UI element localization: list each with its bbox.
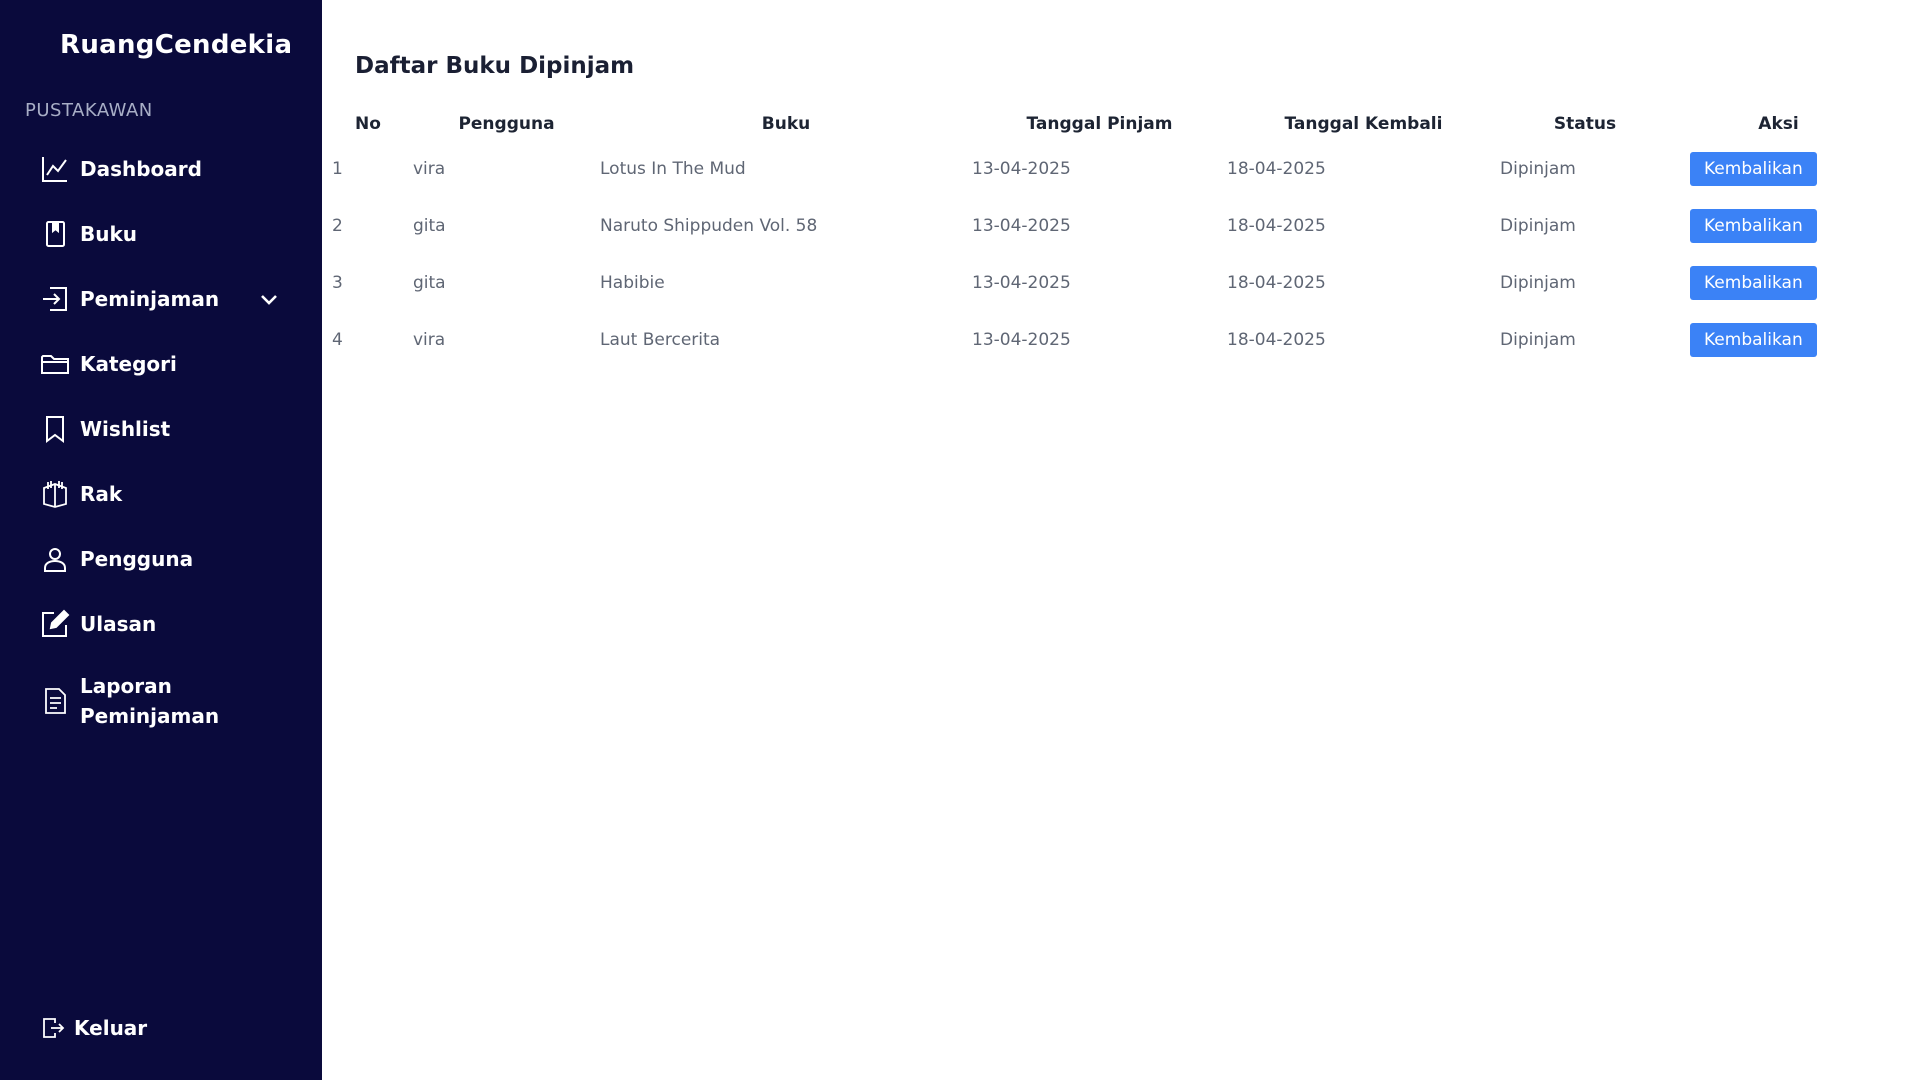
edit-icon <box>40 609 70 639</box>
cell-buku: Lotus In The Mud <box>600 158 746 179</box>
table-row: 4 vira Laut Bercerita 13-04-2025 18-04-2… <box>327 311 1887 368</box>
cell-tanggal-kembali: 18-04-2025 <box>1227 329 1326 350</box>
sidebar-item-label: Buku <box>80 221 138 246</box>
logout-icon <box>40 1015 66 1041</box>
sidebar-nav: Dashboard Buku Peminjaman Kategori Wishl… <box>0 136 322 746</box>
table-row: 3 gita Habibie 13-04-2025 18-04-2025 Dip… <box>327 254 1887 311</box>
cell-pengguna: gita <box>413 215 446 236</box>
column-header-status: Status <box>1553 114 1617 134</box>
sidebar-item-laporan-peminjaman[interactable]: Laporan Peminjaman <box>0 656 322 746</box>
cell-aksi: Kembalikan <box>1670 197 1887 254</box>
cell-no: 2 <box>332 215 343 236</box>
chart-line-icon <box>40 154 70 184</box>
table-row: 1 vira Lotus In The Mud 13-04-2025 18-04… <box>327 140 1887 197</box>
table-row: 2 gita Naruto Shippuden Vol. 58 13-04-20… <box>327 197 1887 254</box>
cell-tanggal-kembali: 18-04-2025 <box>1227 158 1326 179</box>
kembalikan-button[interactable]: Kembalikan <box>1690 265 1817 300</box>
user-icon <box>40 544 70 574</box>
cell-buku: Naruto Shippuden Vol. 58 <box>600 215 818 236</box>
cell-no: 1 <box>332 158 343 179</box>
sidebar-item-label: Kategori <box>80 351 177 376</box>
sidebar-item-label: Wishlist <box>80 416 171 441</box>
cell-status: Dipinjam <box>1500 158 1576 179</box>
sidebar-item-dashboard[interactable]: Dashboard <box>0 136 322 201</box>
kembalikan-button[interactable]: Kembalikan <box>1690 208 1817 243</box>
cell-tanggal-kembali: 18-04-2025 <box>1227 272 1326 293</box>
sidebar-item-wishlist[interactable]: Wishlist <box>0 396 322 461</box>
cell-status: Dipinjam <box>1500 215 1576 236</box>
bookmark-icon <box>40 414 70 444</box>
column-header-aksi: Aksi <box>1758 114 1799 134</box>
column-header-tanggal-kembali: Tanggal Kembali <box>1284 114 1443 134</box>
sidebar-item-kategori[interactable]: Kategori <box>0 331 322 396</box>
bookshelf-icon <box>40 479 70 509</box>
page-title: Daftar Buku Dipinjam <box>355 53 635 79</box>
cell-status: Dipinjam <box>1500 329 1576 350</box>
sidebar-item-label: Ulasan <box>80 611 157 636</box>
main-content: Daftar Buku Dipinjam No Pengguna Buku Ta… <box>322 0 1920 1080</box>
cell-status: Dipinjam <box>1500 272 1576 293</box>
table-header-row: No Pengguna Buku Tanggal Pinjam Tanggal … <box>327 108 1887 140</box>
cell-tanggal-pinjam: 13-04-2025 <box>972 215 1071 236</box>
cell-aksi: Kembalikan <box>1670 254 1887 311</box>
cell-pengguna: vira <box>413 329 446 350</box>
brand-logo[interactable]: RuangCendekia <box>60 30 292 60</box>
sidebar-item-label: Peminjaman <box>80 286 220 311</box>
cell-no: 3 <box>332 272 343 293</box>
column-header-tanggal-pinjam: Tanggal Pinjam <box>1026 114 1173 134</box>
report-icon <box>40 686 70 716</box>
sidebar-item-pengguna[interactable]: Pengguna <box>0 526 322 591</box>
cell-pengguna: vira <box>413 158 446 179</box>
cell-buku: Laut Bercerita <box>600 329 721 350</box>
sidebar: RuangCendekia PUSTAKAWAN Dashboard Buku <box>0 0 322 1080</box>
cell-tanggal-pinjam: 13-04-2025 <box>972 329 1071 350</box>
chevron-down-icon[interactable] <box>258 288 280 310</box>
sidebar-item-ulasan[interactable]: Ulasan <box>0 591 322 656</box>
logout-label: Keluar <box>74 1016 148 1040</box>
sidebar-item-label: Rak <box>80 481 123 506</box>
folder-icon <box>40 349 70 379</box>
cell-aksi: Kembalikan <box>1670 311 1887 368</box>
cell-aksi: Kembalikan <box>1670 140 1887 197</box>
cell-tanggal-pinjam: 13-04-2025 <box>972 158 1071 179</box>
role-section-label: PUSTAKAWAN <box>25 100 153 121</box>
book-icon <box>40 219 70 249</box>
borrowed-books-table: No Pengguna Buku Tanggal Pinjam Tanggal … <box>327 108 1887 368</box>
logout-button[interactable]: Keluar <box>40 1015 147 1041</box>
kembalikan-button[interactable]: Kembalikan <box>1690 322 1817 357</box>
sidebar-item-peminjaman[interactable]: Peminjaman <box>0 266 322 331</box>
sidebar-item-label: Pengguna <box>80 546 194 571</box>
cell-pengguna: gita <box>413 272 446 293</box>
sidebar-item-label: Laporan Peminjaman <box>80 674 220 728</box>
sidebar-item-rak[interactable]: Rak <box>0 461 322 526</box>
sign-in-icon <box>40 284 70 314</box>
cell-buku: Habibie <box>600 272 665 293</box>
cell-tanggal-pinjam: 13-04-2025 <box>972 272 1071 293</box>
column-header-no: No <box>355 114 381 134</box>
cell-tanggal-kembali: 18-04-2025 <box>1227 215 1326 236</box>
column-header-pengguna: Pengguna <box>458 114 555 134</box>
column-header-buku: Buku <box>761 114 811 134</box>
sidebar-item-label: Dashboard <box>80 156 202 181</box>
kembalikan-button[interactable]: Kembalikan <box>1690 151 1817 186</box>
cell-no: 4 <box>332 329 343 350</box>
sidebar-item-buku[interactable]: Buku <box>0 201 322 266</box>
